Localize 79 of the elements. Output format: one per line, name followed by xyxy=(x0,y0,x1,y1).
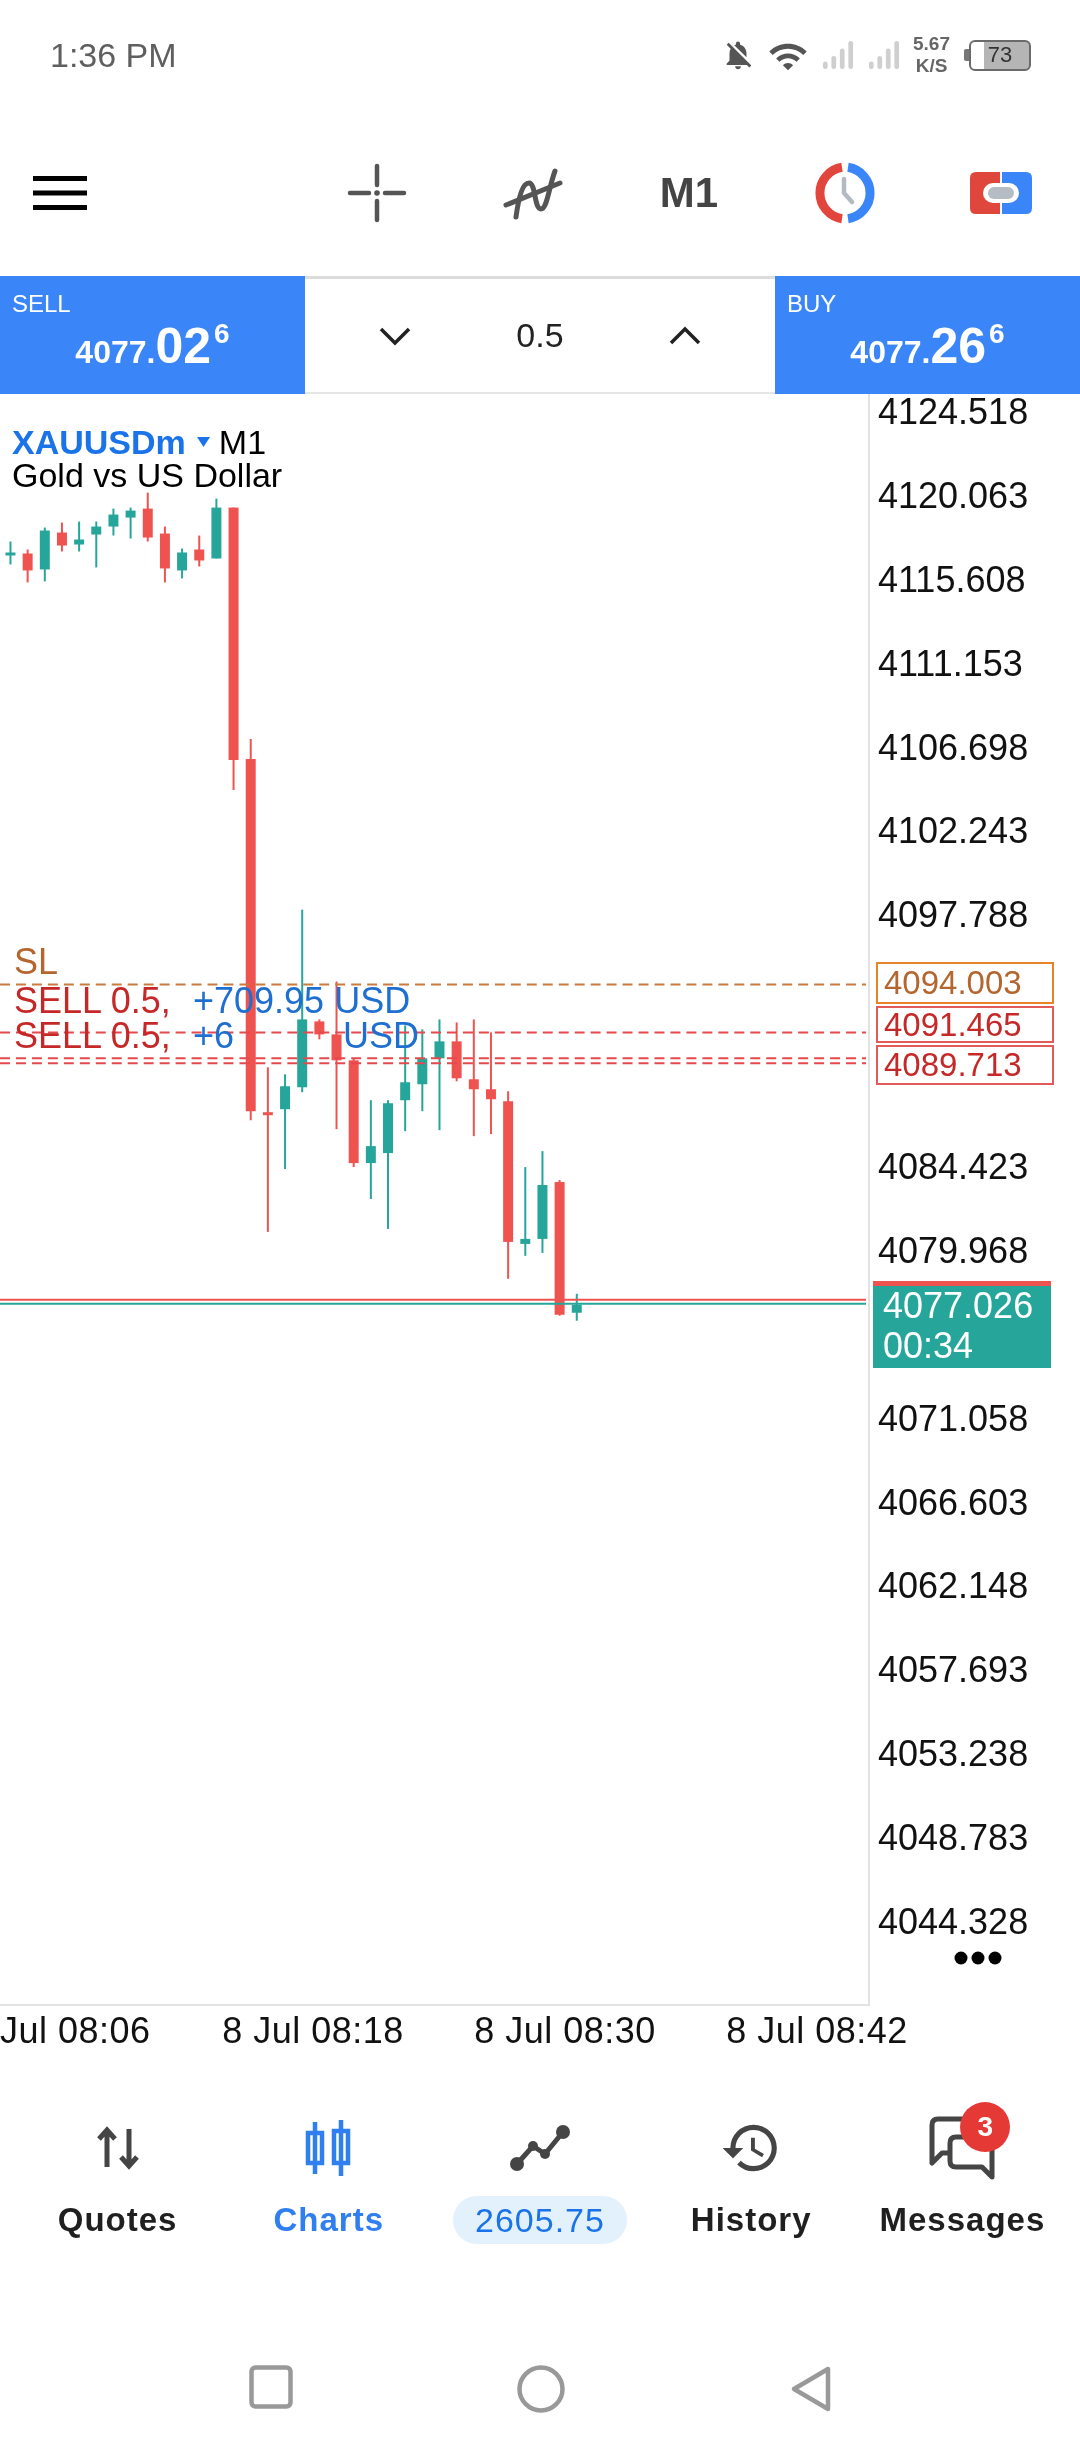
time-axis-label: 8 Jul 08:18 xyxy=(222,2013,404,2049)
price-axis-label: 4111.153 xyxy=(878,645,1024,682)
chart-timeframe: M1 xyxy=(218,424,267,460)
network-speed: 5.67 xyxy=(913,33,950,55)
candle xyxy=(177,547,188,580)
price-tag: 4094.003 xyxy=(876,962,1054,1004)
price-axis-label: 4084.423 xyxy=(878,1149,1030,1185)
time-axis-label: Jul 08:06 xyxy=(0,2013,151,2049)
candle xyxy=(91,520,102,569)
trade-tab[interactable]: 2605.75 xyxy=(453,2066,627,2244)
price-axis-label: 4044.328 xyxy=(878,1904,1030,1941)
candle xyxy=(194,534,205,568)
clock-ring-icon[interactable] xyxy=(814,162,876,224)
candle xyxy=(108,507,119,537)
current-price: 4077.026 xyxy=(883,1286,1034,1326)
sell-button[interactable]: SELL 4077.02$^{6}$ xyxy=(0,276,305,394)
candle xyxy=(125,506,136,540)
candle xyxy=(22,548,33,584)
price-axis-label: 4102.243 xyxy=(878,813,1030,850)
volume-value[interactable]: 0.5 xyxy=(516,316,564,355)
chevron-down-icon[interactable] xyxy=(378,325,412,346)
buy-price: 4077.26$^{6}$ xyxy=(850,320,1005,376)
candle xyxy=(451,1021,462,1083)
price-tag: 4091.465 xyxy=(876,1006,1054,1043)
price-axis-label: 4120.063 xyxy=(878,477,1030,514)
menu-icon[interactable] xyxy=(33,176,87,210)
order-label: SELL 0.5, xyxy=(14,985,171,1017)
candle xyxy=(159,525,170,584)
symbol-name[interactable]: XAUUSDm xyxy=(12,424,186,460)
price-axis-label: 4097.788 xyxy=(878,897,1030,934)
more-icon[interactable] xyxy=(954,1951,1002,1965)
signal-icon xyxy=(821,39,855,71)
price-tag: 4089.713 xyxy=(876,1045,1054,1085)
price-axis-label: 4062.148 xyxy=(878,1568,1030,1605)
candle-countdown: 00:34 xyxy=(883,1326,974,1366)
candle xyxy=(74,520,85,553)
price-axis-label: 4124.518 xyxy=(878,394,1030,430)
back-icon[interactable] xyxy=(790,2365,832,2413)
price-axis-label: 4079.968 xyxy=(878,1232,1030,1269)
nav-tab[interactable]: Quotes xyxy=(57,2066,178,2240)
candle xyxy=(314,1018,325,1041)
timeframe-button[interactable]: M1 xyxy=(659,169,719,217)
speed-unit: K/S xyxy=(915,55,948,77)
time-axis-label: 8 Jul 08:30 xyxy=(474,2013,656,2049)
sell-price: 4077.02$^{6}$ xyxy=(75,320,230,376)
balance-pill: 2605.75 xyxy=(453,2196,627,2244)
price-axis-label: 4071.058 xyxy=(878,1400,1030,1437)
caret-icon[interactable] xyxy=(196,437,210,447)
candle xyxy=(39,526,50,583)
candle xyxy=(142,491,153,543)
candle xyxy=(211,497,222,560)
time-axis-label: 8 Jul 08:42 xyxy=(726,2013,908,2049)
home-icon[interactable] xyxy=(517,2365,565,2413)
symbol-description: Gold vs US Dollar xyxy=(12,460,283,490)
price-axis-label: 4106.698 xyxy=(878,729,1030,766)
signal-icon xyxy=(867,39,901,71)
line-chart-icon xyxy=(509,2124,571,2172)
switch-icon[interactable] xyxy=(970,172,1032,214)
price-axis-label: 4115.608 xyxy=(878,561,1027,598)
candle xyxy=(571,1292,582,1322)
price-axis-label: 4048.783 xyxy=(878,1820,1030,1857)
price-axis-label: 4057.693 xyxy=(878,1652,1030,1689)
up-down-arrows-icon xyxy=(94,2125,141,2171)
stop-loss-label: SL xyxy=(14,946,59,978)
notification-badge: 3 xyxy=(960,2102,1011,2152)
crosshair-icon[interactable] xyxy=(347,163,407,223)
nav-tab[interactable]: History xyxy=(690,2066,812,2240)
price-axis-label: 4053.238 xyxy=(878,1736,1030,1773)
candle xyxy=(5,540,16,566)
nav-tab[interactable]: 3 Messages xyxy=(879,2066,1046,2240)
recents-icon[interactable] xyxy=(249,2365,293,2409)
chevron-up-icon[interactable] xyxy=(668,325,702,346)
wave-icon[interactable] xyxy=(502,165,564,221)
battery-indicator: 73 xyxy=(964,39,1031,71)
nav-tab[interactable]: Charts xyxy=(273,2066,385,2240)
candle xyxy=(56,521,67,553)
buy-button[interactable]: BUY 4077.26$^{6}$ xyxy=(775,276,1080,394)
price-axis-label: 4066.603 xyxy=(878,1484,1030,1521)
clock-time: 1:36 PM xyxy=(50,35,177,75)
